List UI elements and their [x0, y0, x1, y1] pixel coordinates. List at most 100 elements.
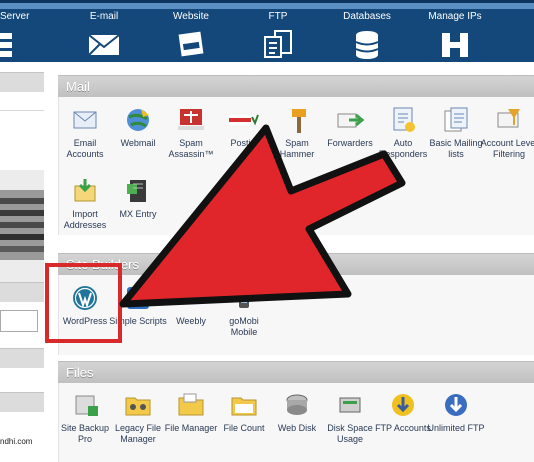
tile-webmail-label: Webmail — [120, 138, 156, 148]
tile-file-manager-label: File Manager — [164, 423, 218, 433]
disk-space-icon — [339, 397, 361, 413]
left-divider — [0, 110, 44, 111]
mx-entry-icon — [127, 180, 146, 202]
file-count-icon — [231, 397, 257, 416]
weebly-icon — [180, 291, 202, 305]
tile-account-filtering-label: Account Level Filtering — [480, 138, 534, 159]
tile-account-filtering[interactable]: Account Level Filtering — [480, 105, 534, 160]
tile-email-accounts-label: Email Accounts — [66, 138, 104, 159]
file-manager-icon — [178, 393, 204, 416]
tile-disk-space-label: Disk Space Usage — [327, 423, 373, 444]
server-image — [0, 170, 44, 300]
forwarders-icon — [337, 113, 365, 128]
tile-forwarders-label: Forwarders — [327, 138, 373, 148]
site-builders-body: WordPress Simple Scripts Weebly goMobi M… — [58, 275, 534, 355]
tile-legacy-file-manager-label: Legacy File Manager — [114, 423, 162, 444]
left-section-header — [0, 72, 44, 92]
tile-gomobi-label: goMobi Mobile — [229, 316, 259, 337]
nav-manage-ips[interactable]: Manage IPs — [415, 11, 495, 59]
left-domain-text: ndhi.com — [0, 437, 33, 446]
left-search-input[interactable] — [0, 310, 38, 332]
tile-auto-responders[interactable]: Auto Responders — [374, 105, 432, 160]
files-section-body: Site Backup Pro Legacy File Manager File… — [58, 383, 534, 462]
top-nav-bar: Server E-mail Website FTP Databases Mana… — [0, 0, 534, 62]
tile-webmail[interactable]: Webmail — [109, 105, 167, 149]
mail-section-title: Mail — [58, 75, 534, 97]
tile-site-backup-label: Site Backup Pro — [60, 423, 110, 444]
tile-mailing-lists-label: Basic Mailing lists — [429, 138, 483, 159]
tile-import-addresses[interactable]: Import Addresses — [56, 176, 114, 231]
web-disk-icon — [286, 394, 308, 415]
webmail-icon — [127, 109, 149, 131]
mailing-lists-icon — [444, 107, 468, 132]
simple-scripts-icon — [127, 287, 149, 309]
site-builders-section: Site Builders WordPress Simple Scripts W… — [58, 253, 534, 355]
spam-hammer-icon — [292, 109, 306, 133]
mail-section: Mail Email Accounts Webmail Spam Assassi… — [58, 75, 534, 235]
tile-weebly[interactable]: Weebly — [162, 283, 220, 327]
tile-ftp-accounts[interactable]: FTP Accounts — [374, 390, 432, 434]
wordpress-highlight-box — [45, 263, 122, 343]
top-stripe — [0, 3, 534, 9]
tile-postini[interactable]: Postini — [215, 105, 273, 149]
ftp-icon — [264, 30, 292, 58]
auto-responders-icon — [393, 107, 415, 132]
tile-gomobi[interactable]: goMobi Mobile — [215, 283, 273, 338]
gomobi-icon — [239, 286, 249, 308]
files-section: Files Site Backup Pro Legacy File Manage… — [58, 361, 534, 462]
tile-web-disk-label: Web Disk — [277, 423, 317, 433]
tile-unlimited-ftp[interactable]: Unlimited FTP — [427, 390, 485, 434]
left-section-header-3 — [0, 348, 44, 368]
tile-spamassassin[interactable]: Spam Assassin™ — [162, 105, 220, 160]
tile-postini-label: Postini — [230, 138, 258, 148]
tile-legacy-file-manager[interactable]: Legacy File Manager — [109, 390, 167, 445]
nav-ftp[interactable]: FTP — [238, 11, 318, 59]
tile-forwarders[interactable]: Forwarders — [321, 105, 379, 149]
nav-website[interactable]: Website — [151, 11, 231, 59]
tile-site-backup[interactable]: Site Backup Pro — [56, 390, 114, 445]
nav-server[interactable]: Server — [0, 11, 42, 59]
tile-file-manager[interactable]: File Manager — [162, 390, 220, 434]
nav-website-label: Website — [173, 11, 209, 22]
left-sidebar: ndhi.com — [0, 62, 44, 462]
tile-spam-hammer[interactable]: Spam Hammer — [268, 105, 326, 160]
tile-email-accounts[interactable]: Email Accounts — [56, 105, 114, 160]
tile-web-disk[interactable]: Web Disk — [268, 390, 326, 434]
tile-spam-hammer-label: Spam Hammer — [279, 138, 315, 159]
filtering-icon — [497, 109, 520, 128]
tile-ftp-accounts-label: FTP Accounts — [375, 423, 431, 433]
manage-ips-icon — [442, 33, 468, 57]
tile-mx-entry[interactable]: MX Entry — [109, 176, 167, 220]
tile-file-count[interactable]: File Count — [215, 390, 273, 434]
server-icon — [0, 33, 12, 57]
tile-mx-entry-label: MX Entry — [119, 209, 157, 219]
left-section-header-2 — [0, 282, 44, 302]
import-addresses-icon — [74, 179, 96, 202]
database-icon — [355, 31, 379, 59]
tile-disk-space[interactable]: Disk Space Usage — [321, 390, 379, 445]
spamassassin-icon — [178, 109, 204, 130]
email-accounts-icon — [73, 111, 97, 129]
left-section-header-4 — [0, 392, 44, 412]
nav-databases-label: Databases — [343, 11, 391, 22]
tile-auto-responders-label: Auto Responders — [378, 138, 428, 159]
nav-email[interactable]: E-mail — [64, 11, 144, 59]
nav-databases[interactable]: Databases — [327, 11, 407, 59]
tile-spamassassin-label: Spam Assassin™ — [168, 138, 214, 159]
ftp-accounts-icon — [392, 394, 414, 416]
postini-icon — [229, 114, 259, 126]
files-section-title: Files — [58, 361, 534, 383]
unlimited-ftp-icon — [445, 394, 467, 416]
nav-ftp-label: FTP — [268, 11, 288, 22]
envelope-icon — [88, 34, 120, 56]
site-backup-icon — [75, 395, 98, 416]
tile-weebly-label: Weebly — [176, 316, 206, 326]
tile-mailing-lists[interactable]: Basic Mailing lists — [427, 105, 485, 160]
mail-section-body: Email Accounts Webmail Spam Assassin™ Po… — [58, 97, 534, 235]
tile-unlimited-ftp-label: Unlimited FTP — [427, 423, 485, 433]
tile-import-addresses-label: Import Addresses — [63, 209, 107, 230]
nav-server-label: Server — [0, 11, 30, 22]
site-builders-title: Site Builders — [58, 253, 534, 275]
nav-email-label: E-mail — [89, 11, 119, 22]
website-icon — [178, 31, 204, 57]
